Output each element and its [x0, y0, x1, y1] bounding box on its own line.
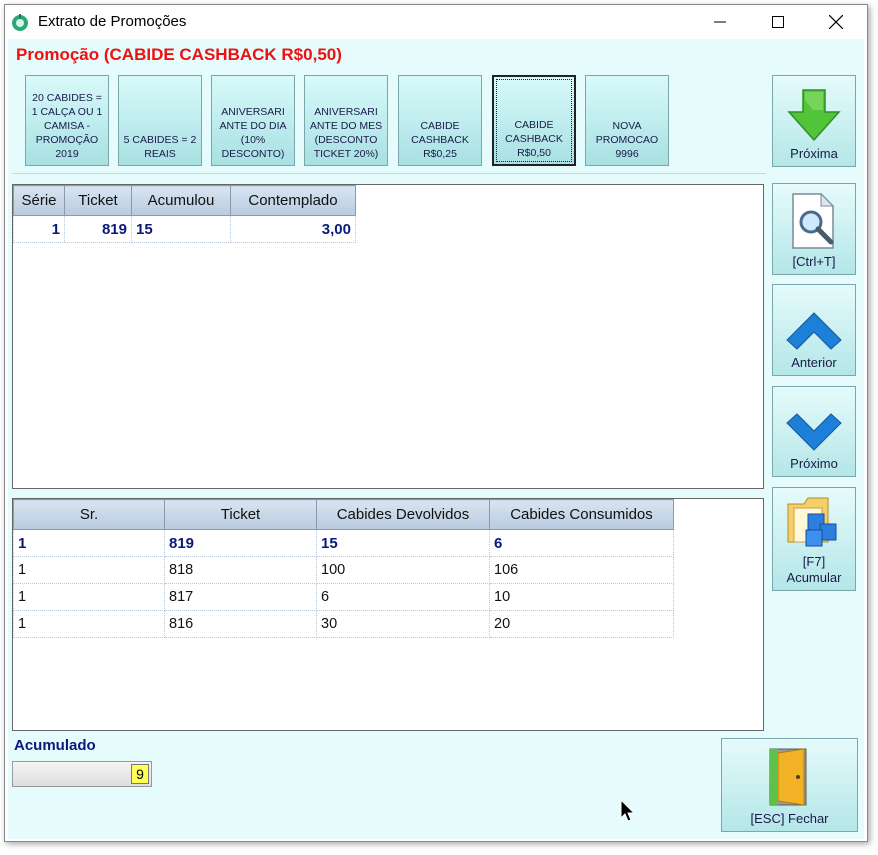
door-exit-icon — [769, 748, 806, 806]
maximize-button[interactable] — [749, 5, 807, 39]
fechar-button[interactable]: [ESC] Fechar — [721, 738, 858, 832]
window-title: Extrato de Promoções — [38, 13, 187, 30]
cell-cabides-consumidos: 10 — [489, 583, 674, 611]
column-header-sr[interactable]: Sr. — [13, 499, 165, 530]
close-button[interactable] — [807, 5, 865, 39]
proxima-label: Próxima — [790, 146, 838, 161]
column-header-acumulou[interactable]: Acumulou — [131, 185, 231, 216]
folder-cubes-icon — [787, 497, 837, 547]
column-header-contemplado[interactable]: Contemplado — [230, 185, 356, 216]
cell-ticket: 817 — [164, 583, 317, 611]
cell-sr: 1 — [13, 610, 165, 638]
column-header-cabides-consumidos[interactable]: Cabides Consumidos — [489, 499, 674, 530]
cell-cabides-devolvidos: 6 — [316, 583, 490, 611]
cell-ticket: 819 — [164, 529, 317, 557]
promotion-button[interactable]: CABIDE CASHBACK R$0,50 — [492, 75, 576, 166]
cell-cabides-devolvidos: 100 — [316, 556, 490, 584]
cell-cabides-consumidos: 106 — [489, 556, 674, 584]
minimize-icon — [714, 21, 726, 23]
cell-cabides-devolvidos: 30 — [316, 610, 490, 638]
title-bar: Extrato de Promoções — [5, 5, 867, 39]
cell-ticket: 818 — [164, 556, 317, 584]
table-row[interactable]: 1 816 30 20 — [13, 610, 674, 638]
cell-cabides-devolvidos: 15 — [316, 529, 490, 557]
table-row[interactable]: 1 819 15 6 — [13, 529, 674, 557]
arrow-down-green-icon — [787, 89, 841, 142]
promotion-button-label: CABIDE CASHBACK R$0,25 — [411, 120, 469, 160]
column-header-ticket[interactable]: Ticket — [64, 185, 132, 216]
cell-ticket: 819 — [64, 215, 132, 243]
cell-sr: 1 — [13, 556, 165, 584]
summary-grid[interactable]: Série Ticket Acumulou Contemplado 1 819 … — [12, 184, 764, 489]
cell-ticket: 816 — [164, 610, 317, 638]
report-label: [Ctrl+T] — [792, 254, 836, 269]
close-icon — [829, 15, 843, 29]
maximize-icon — [772, 16, 784, 28]
anterior-button[interactable]: Anterior — [772, 284, 856, 376]
cell-sr: 1 — [13, 529, 165, 557]
app-icon — [12, 14, 28, 31]
table-row[interactable]: 1 817 6 10 — [13, 583, 674, 611]
acumulado-value: 9 — [131, 764, 149, 784]
proximo-button[interactable]: Próximo — [772, 386, 856, 477]
cell-contemplado: 3,00 — [230, 215, 356, 243]
promotion-button-label: NOVA PROMOCAO 9996 — [595, 120, 659, 160]
promotion-button-label: CABIDE CASHBACK R$0,50 — [505, 119, 563, 159]
cell-serie: 1 — [13, 215, 65, 243]
proxima-button[interactable]: Próxima — [772, 75, 856, 167]
promotion-button[interactable]: CABIDE CASHBACK R$0,25 — [398, 75, 482, 166]
chevron-down-icon — [786, 413, 842, 451]
cell-acumulou: 15 — [131, 215, 231, 243]
fechar-label: [ESC] Fechar — [750, 811, 829, 826]
cell-cabides-consumidos: 6 — [489, 529, 674, 557]
table-row[interactable]: 1 818 100 106 — [13, 556, 674, 584]
acumular-button[interactable]: [F7] Acumular — [772, 487, 856, 591]
promotion-button-label: 5 CABIDES = 2 REAIS — [123, 134, 197, 160]
promotion-button-label: 20 CABIDES = 1 CALÇA OU 1 CAMISA - PROMO… — [31, 92, 103, 160]
column-header-serie[interactable]: Série — [13, 185, 65, 216]
proximo-label: Próximo — [790, 456, 838, 471]
cell-cabides-consumidos: 20 — [489, 610, 674, 638]
promotion-title: Promoção (CABIDE CASHBACK R$0,50) — [16, 45, 342, 64]
summary-table: Série Ticket Acumulou Contemplado 1 819 … — [13, 185, 356, 243]
promotion-button[interactable]: 5 CABIDES = 2 REAIS — [118, 75, 202, 166]
cell-sr: 1 — [13, 583, 165, 611]
promotion-button[interactable]: ANIVERSARI ANTE DO MES (DESCONTO TICKET … — [304, 75, 388, 166]
column-header-ticket[interactable]: Ticket — [164, 499, 317, 530]
minimize-button[interactable] — [691, 5, 749, 39]
detail-table: Sr. Ticket Cabides Devolvidos Cabides Co… — [13, 499, 674, 638]
report-button[interactable]: [Ctrl+T] — [772, 183, 856, 275]
promotion-button[interactable]: ANIVERSARI ANTE DO DIA (10% DESCONTO) — [211, 75, 295, 166]
anterior-label: Anterior — [791, 355, 837, 370]
column-header-cabides-devolvidos[interactable]: Cabides Devolvidos — [316, 499, 490, 530]
acumular-label: [F7] Acumular — [786, 554, 842, 585]
chevron-up-icon — [786, 312, 842, 350]
promotion-button-label: ANIVERSARI ANTE DO MES (DESCONTO TICKET … — [309, 106, 383, 160]
promotion-button[interactable]: NOVA PROMOCAO 9996 — [585, 75, 669, 166]
document-search-icon — [792, 192, 835, 249]
mouse-cursor-icon — [620, 799, 636, 822]
acumulado-label: Acumulado — [14, 737, 96, 754]
detail-grid[interactable]: Sr. Ticket Cabides Devolvidos Cabides Co… — [12, 498, 764, 731]
promotion-button[interactable]: 20 CABIDES = 1 CALÇA OU 1 CAMISA - PROMO… — [25, 75, 109, 166]
promotion-button-label: ANIVERSARI ANTE DO DIA (10% DESCONTO) — [219, 106, 287, 160]
table-row[interactable]: 1 819 15 3,00 — [13, 215, 356, 243]
acumulado-field: 9 — [12, 761, 152, 787]
